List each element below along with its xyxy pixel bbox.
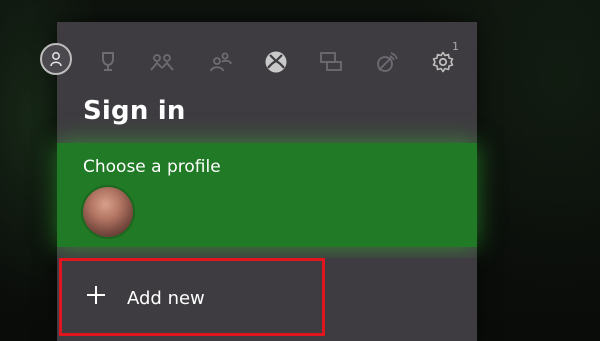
- profile-picture[interactable]: [83, 187, 133, 237]
- trophy-icon: [102, 52, 114, 71]
- xbox-icon: [265, 51, 287, 73]
- person-icon: [50, 52, 62, 67]
- gear-icon: [432, 51, 454, 73]
- page-title: Sign in: [83, 96, 186, 126]
- messages-icon: [320, 52, 342, 71]
- party-icon: [210, 52, 232, 72]
- choose-profile-label: Choose a profile: [83, 157, 221, 177]
- tab-messages[interactable]: [318, 49, 344, 75]
- tab-friends[interactable]: [149, 49, 175, 75]
- tab-home[interactable]: [263, 49, 289, 75]
- choose-profile-tile[interactable]: Choose a profile: [57, 143, 477, 247]
- settings-notification-badge: 1: [452, 40, 459, 53]
- broadcast-icon: [377, 52, 398, 72]
- add-new-button[interactable]: [59, 258, 325, 336]
- tab-broadcast[interactable]: [374, 49, 400, 75]
- profile-avatar-button[interactable]: [40, 43, 72, 75]
- tab-party[interactable]: [208, 49, 234, 75]
- friends-icon: [150, 54, 174, 71]
- tab-achievements[interactable]: [95, 49, 121, 75]
